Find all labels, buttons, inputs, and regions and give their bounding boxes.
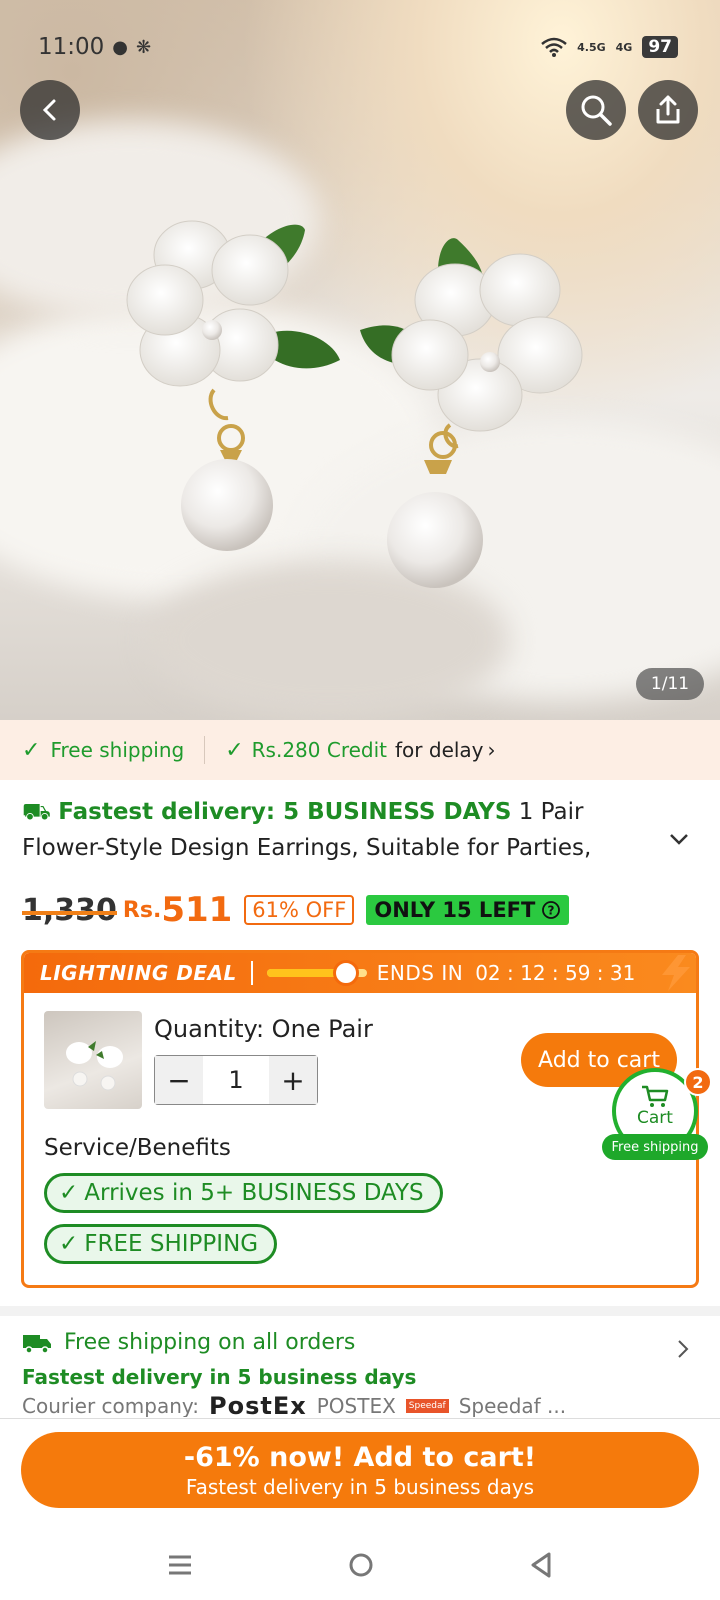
postex-logo: PostEx — [209, 1395, 307, 1417]
status-icons: 4.5G 4G 97 — [541, 36, 678, 58]
wifi-icon — [541, 37, 567, 57]
floating-cart-button[interactable]: Cart 2 Free shipping — [602, 1068, 712, 1160]
chevron-left-icon — [42, 99, 56, 121]
cta-sub-text: Fastest delivery in 5 business days — [185, 1474, 535, 1499]
footer-divider — [0, 1418, 720, 1419]
divider — [250, 961, 253, 985]
section-divider — [0, 1306, 720, 1316]
main-add-to-cart-button[interactable]: -61% now! Add to cart! Fastest delivery … — [21, 1432, 699, 1508]
cart-icon — [642, 1085, 669, 1107]
deal-label: LIGHTNING DEAL — [40, 961, 237, 985]
signal-4g-icon: 4G — [615, 40, 633, 54]
thumbnail-image — [66, 1041, 123, 1091]
search-button[interactable] — [566, 80, 626, 140]
fastest-delivery-text: Fastest delivery in 5 business days — [22, 1365, 417, 1389]
benefit-delivery-text: Arrives in 5+ BUSINESS DAYS — [84, 1180, 424, 1206]
status-bar: 11:00 ● ❋ 4.5G 4G 97 — [38, 30, 678, 64]
quantity-stepper: − 1 + — [154, 1055, 318, 1105]
currency: Rs. — [122, 897, 162, 923]
pinwheel-icon: ❋ — [136, 36, 152, 58]
back-button[interactable] — [20, 80, 80, 140]
image-counter: 1/11 — [636, 668, 704, 700]
product-image[interactable]: 11:00 ● ❋ 4.5G 4G 97 1/11 — [0, 0, 720, 720]
sale-price: 511 — [161, 890, 233, 930]
chevron-down-icon[interactable] — [668, 832, 690, 846]
title-line2: Flower-Style Design Earrings, Suitable f… — [22, 835, 592, 861]
benefit-free-shipping-text: FREE SHIPPING — [84, 1231, 259, 1257]
deal-body: Quantity: One Pair − 1 + Add to cart Ser… — [27, 993, 693, 1282]
stock-text: ONLY 15 LEFT — [374, 898, 536, 922]
countdown-timer: 02 : 12 : 59 : 31 — [475, 961, 636, 985]
courier-speedaf: Speedaf ... — [458, 1395, 567, 1417]
benefits-strip[interactable]: ✓ Free shipping ✓ Rs.280 Credit for dela… — [0, 720, 720, 780]
product-page: 11:00 ● ❋ 4.5G 4G 97 1/11 ✓ Free shippin… — [0, 0, 720, 1600]
clock-text: 11:00 — [38, 34, 105, 60]
chevron-right-icon[interactable] — [676, 1338, 690, 1360]
search-icon — [581, 95, 612, 126]
discount-badge: 61% OFF — [244, 895, 355, 925]
divider — [204, 736, 206, 764]
shipping-info-section[interactable]: Free shipping on all orders Fastest deli… — [22, 1330, 698, 1417]
quantity-label: Quantity: One Pair — [154, 1015, 373, 1043]
help-icon: ? — [542, 901, 561, 919]
check-icon: ✓ — [22, 737, 41, 763]
cart-count-badge: 2 — [684, 1068, 712, 1096]
snapchat-icon: ● — [112, 36, 129, 58]
deal-progress-bar — [266, 960, 367, 986]
product-title[interactable]: ⛟ Fastest delivery: 5 BUSINESS DAYS 1 Pa… — [22, 794, 672, 866]
cart-free-shipping-tag: Free shipping — [602, 1134, 708, 1160]
stock-badge[interactable]: ONLY 15 LEFT ? — [366, 895, 570, 925]
service-benefits-label: Service/Benefits — [44, 1135, 231, 1161]
check-icon: ✓ — [59, 1231, 79, 1257]
cart-label: Cart — [637, 1108, 673, 1128]
credit-suffix: for delay — [395, 738, 484, 762]
free-shipping-all-orders: Free shipping on all orders — [64, 1330, 356, 1355]
system-nav-bar — [0, 1530, 720, 1600]
menu-icon[interactable] — [166, 1553, 194, 1577]
product-thumbnail[interactable] — [44, 1011, 142, 1109]
delivery-truck-icon: ⛟ — [22, 799, 51, 825]
lightning-icon — [662, 955, 690, 991]
free-shipping-text: Free shipping — [50, 738, 185, 762]
battery-indicator: 97 — [642, 36, 678, 58]
benefit-delivery-badge: ✓ Arrives in 5+ BUSINESS DAYS — [44, 1173, 443, 1213]
decrement-button[interactable]: − — [155, 1056, 203, 1104]
deal-progress-fill — [266, 969, 337, 977]
price-row: 1,330 Rs. 511 61% OFF ONLY 15 LEFT ? — [22, 890, 570, 930]
original-price: 1,330 — [22, 892, 117, 928]
courier-row: Courier company: PostEx POSTEX Speedaf S… — [22, 1395, 698, 1417]
benefit-free-shipping-badge: ✓ FREE SHIPPING — [44, 1224, 278, 1264]
credit-text: Rs.280 Credit — [251, 738, 388, 762]
check-icon: ✓ — [225, 737, 244, 763]
fastest-delivery-label: Fastest delivery: 5 BUSINESS DAYS — [58, 799, 512, 825]
quantity-value[interactable]: 1 — [203, 1056, 269, 1104]
back-triangle-icon[interactable] — [528, 1551, 554, 1579]
delivery-truck-icon — [23, 1334, 51, 1354]
increment-button[interactable]: + — [269, 1056, 317, 1104]
signal-4-5g-icon: 4.5G — [577, 40, 606, 54]
check-icon: ✓ — [59, 1180, 79, 1206]
chevron-right-icon: › — [487, 738, 496, 762]
title-line1: 1 Pair — [518, 799, 584, 825]
cta-main-text: -61% now! Add to cart! — [183, 1441, 537, 1473]
share-icon — [656, 95, 680, 124]
share-button[interactable] — [638, 80, 698, 140]
clock-icon — [332, 960, 359, 986]
lightning-deal-box: LIGHTNING DEAL ENDS IN 02 : 12 : 59 : 31 — [21, 950, 699, 1288]
ends-in-label: ENDS IN — [376, 961, 464, 985]
svg-text:?: ? — [548, 904, 555, 918]
deal-header: LIGHTNING DEAL ENDS IN 02 : 12 : 59 : 31 — [24, 953, 696, 993]
courier-postex: POSTEX — [316, 1395, 396, 1417]
courier-label: Courier company: — [22, 1395, 200, 1417]
speedaf-logo: Speedaf — [405, 1399, 449, 1413]
home-circle-icon[interactable] — [347, 1551, 375, 1579]
status-time: 11:00 ● ❋ — [38, 34, 151, 60]
